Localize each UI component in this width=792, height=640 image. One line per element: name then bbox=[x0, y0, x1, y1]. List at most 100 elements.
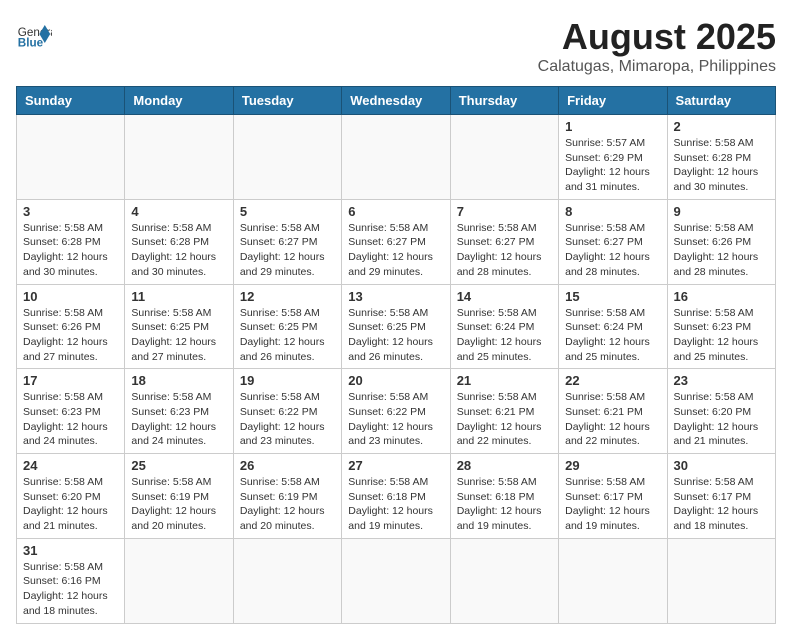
day-info: Sunrise: 5:58 AM Sunset: 6:28 PM Dayligh… bbox=[674, 136, 769, 195]
calendar-cell bbox=[450, 115, 558, 200]
day-number: 28 bbox=[457, 458, 552, 473]
day-info: Sunrise: 5:58 AM Sunset: 6:21 PM Dayligh… bbox=[565, 390, 660, 449]
day-number: 24 bbox=[23, 458, 118, 473]
calendar-cell bbox=[125, 538, 233, 623]
day-info: Sunrise: 5:58 AM Sunset: 6:18 PM Dayligh… bbox=[457, 475, 552, 534]
day-info: Sunrise: 5:58 AM Sunset: 6:27 PM Dayligh… bbox=[240, 221, 335, 280]
calendar-cell: 31Sunrise: 5:58 AM Sunset: 6:16 PM Dayli… bbox=[17, 538, 125, 623]
day-info: Sunrise: 5:58 AM Sunset: 6:27 PM Dayligh… bbox=[348, 221, 443, 280]
week-row-1: 1 Sunrise: 5:57 AM Sunset: 6:29 PM Daylig… bbox=[17, 115, 776, 200]
calendar-cell: 22 Sunrise: 5:58 AM Sunset: 6:21 PM Dayli… bbox=[559, 369, 667, 454]
calendar-cell: 27Sunrise: 5:58 AM Sunset: 6:18 PM Dayli… bbox=[342, 454, 450, 539]
day-number: 30 bbox=[674, 458, 769, 473]
day-number: 25 bbox=[131, 458, 226, 473]
day-number: 5 bbox=[240, 204, 335, 219]
day-info: Sunrise: 5:58 AM Sunset: 6:27 PM Dayligh… bbox=[457, 221, 552, 280]
calendar-cell: 8Sunrise: 5:58 AM Sunset: 6:27 PM Daylig… bbox=[559, 199, 667, 284]
weekday-header-sunday: Sunday bbox=[17, 87, 125, 115]
day-info: Sunrise: 5:58 AM Sunset: 6:20 PM Dayligh… bbox=[674, 390, 769, 449]
day-info: Sunrise: 5:58 AM Sunset: 6:17 PM Dayligh… bbox=[565, 475, 660, 534]
calendar-cell: 25 Sunrise: 5:58 AM Sunset: 6:19 PM Dayli… bbox=[125, 454, 233, 539]
week-row-3: 10 Sunrise: 5:58 AM Sunset: 6:26 PM Dayli… bbox=[17, 284, 776, 369]
day-info: Sunrise: 5:58 AM Sunset: 6:28 PM Dayligh… bbox=[23, 221, 118, 280]
calendar-cell: 1 Sunrise: 5:57 AM Sunset: 6:29 PM Daylig… bbox=[559, 115, 667, 200]
day-number: 26 bbox=[240, 458, 335, 473]
day-number: 17 bbox=[23, 373, 118, 388]
day-info: Sunrise: 5:57 AM Sunset: 6:29 PM Dayligh… bbox=[565, 136, 660, 195]
calendar-cell bbox=[233, 538, 341, 623]
day-info: Sunrise: 5:58 AM Sunset: 6:24 PM Dayligh… bbox=[565, 306, 660, 365]
day-number: 4 bbox=[131, 204, 226, 219]
day-number: 11 bbox=[131, 289, 226, 304]
calendar-cell: 21 Sunrise: 5:58 AM Sunset: 6:21 PM Dayli… bbox=[450, 369, 558, 454]
day-number: 14 bbox=[457, 289, 552, 304]
calendar-cell bbox=[342, 115, 450, 200]
calendar-cell: 29Sunrise: 5:58 AM Sunset: 6:17 PM Dayli… bbox=[559, 454, 667, 539]
calendar-cell: 14 Sunrise: 5:58 AM Sunset: 6:24 PM Dayli… bbox=[450, 284, 558, 369]
calendar-cell: 5 Sunrise: 5:58 AM Sunset: 6:27 PM Daylig… bbox=[233, 199, 341, 284]
weekday-header-monday: Monday bbox=[125, 87, 233, 115]
calendar-table: SundayMondayTuesdayWednesdayThursdayFrid… bbox=[16, 86, 776, 624]
day-info: Sunrise: 5:58 AM Sunset: 6:23 PM Dayligh… bbox=[131, 390, 226, 449]
logo-icon: General Blue bbox=[16, 16, 52, 52]
day-number: 10 bbox=[23, 289, 118, 304]
day-info: Sunrise: 5:58 AM Sunset: 6:23 PM Dayligh… bbox=[674, 306, 769, 365]
day-info: Sunrise: 5:58 AM Sunset: 6:19 PM Dayligh… bbox=[131, 475, 226, 534]
day-number: 22 bbox=[565, 373, 660, 388]
day-info: Sunrise: 5:58 AM Sunset: 6:22 PM Dayligh… bbox=[240, 390, 335, 449]
week-row-6: 31Sunrise: 5:58 AM Sunset: 6:16 PM Dayli… bbox=[17, 538, 776, 623]
week-row-2: 3 Sunrise: 5:58 AM Sunset: 6:28 PM Daylig… bbox=[17, 199, 776, 284]
weekday-header-friday: Friday bbox=[559, 87, 667, 115]
weekday-header-tuesday: Tuesday bbox=[233, 87, 341, 115]
day-info: Sunrise: 5:58 AM Sunset: 6:25 PM Dayligh… bbox=[131, 306, 226, 365]
day-number: 15 bbox=[565, 289, 660, 304]
day-info: Sunrise: 5:58 AM Sunset: 6:18 PM Dayligh… bbox=[348, 475, 443, 534]
day-info: Sunrise: 5:58 AM Sunset: 6:26 PM Dayligh… bbox=[674, 221, 769, 280]
calendar-cell: 17Sunrise: 5:58 AM Sunset: 6:23 PM Dayli… bbox=[17, 369, 125, 454]
day-number: 1 bbox=[565, 119, 660, 134]
week-row-5: 24 Sunrise: 5:58 AM Sunset: 6:20 PM Dayli… bbox=[17, 454, 776, 539]
calendar-cell: 4 Sunrise: 5:58 AM Sunset: 6:28 PM Daylig… bbox=[125, 199, 233, 284]
calendar-title: August 2025 bbox=[538, 16, 776, 58]
calendar-cell: 16Sunrise: 5:58 AM Sunset: 6:23 PM Dayli… bbox=[667, 284, 775, 369]
day-number: 2 bbox=[674, 119, 769, 134]
day-number: 21 bbox=[457, 373, 552, 388]
day-number: 19 bbox=[240, 373, 335, 388]
day-number: 3 bbox=[23, 204, 118, 219]
calendar-cell: 11 Sunrise: 5:58 AM Sunset: 6:25 PM Dayli… bbox=[125, 284, 233, 369]
day-info: Sunrise: 5:58 AM Sunset: 6:22 PM Dayligh… bbox=[348, 390, 443, 449]
calendar-cell: 26 Sunrise: 5:58 AM Sunset: 6:19 PM Dayli… bbox=[233, 454, 341, 539]
day-info: Sunrise: 5:58 AM Sunset: 6:19 PM Dayligh… bbox=[240, 475, 335, 534]
title-block: August 2025 Calatugas, Mimaropa, Philipp… bbox=[538, 16, 776, 76]
calendar-cell: 18Sunrise: 5:58 AM Sunset: 6:23 PM Dayli… bbox=[125, 369, 233, 454]
calendar-cell: 15 Sunrise: 5:58 AM Sunset: 6:24 PM Dayli… bbox=[559, 284, 667, 369]
week-row-4: 17 Sunrise: 5:58 AM Sunset: 6:23 PM Dayli… bbox=[17, 369, 776, 454]
calendar-cell: 10 Sunrise: 5:58 AM Sunset: 6:26 PM Dayli… bbox=[17, 284, 125, 369]
day-info: Sunrise: 5:58 AM Sunset: 6:16 PM Dayligh… bbox=[23, 560, 118, 619]
day-info: Sunrise: 5:58 AM Sunset: 6:20 PM Dayligh… bbox=[23, 475, 118, 534]
calendar-cell bbox=[667, 538, 775, 623]
day-info: Sunrise: 5:58 AM Sunset: 6:25 PM Dayligh… bbox=[240, 306, 335, 365]
calendar-cell bbox=[17, 115, 125, 200]
calendar-cell: 20Sunrise: 5:58 AM Sunset: 6:22 PM Dayli… bbox=[342, 369, 450, 454]
day-info: Sunrise: 5:58 AM Sunset: 6:27 PM Dayligh… bbox=[565, 221, 660, 280]
day-info: Sunrise: 5:58 AM Sunset: 6:21 PM Dayligh… bbox=[457, 390, 552, 449]
calendar-cell: 28 Sunrise: 5:58 AM Sunset: 6:18 PM Dayli… bbox=[450, 454, 558, 539]
weekday-header-thursday: Thursday bbox=[450, 87, 558, 115]
day-number: 7 bbox=[457, 204, 552, 219]
page-header: General Blue August 2025 Calatugas, Mima… bbox=[16, 16, 776, 76]
calendar-cell: 9 Sunrise: 5:58 AM Sunset: 6:26 PM Daylig… bbox=[667, 199, 775, 284]
calendar-cell bbox=[450, 538, 558, 623]
day-number: 9 bbox=[674, 204, 769, 219]
day-info: Sunrise: 5:58 AM Sunset: 6:28 PM Dayligh… bbox=[131, 221, 226, 280]
day-number: 12 bbox=[240, 289, 335, 304]
calendar-cell: 6Sunrise: 5:58 AM Sunset: 6:27 PM Daylig… bbox=[342, 199, 450, 284]
calendar-cell bbox=[125, 115, 233, 200]
day-info: Sunrise: 5:58 AM Sunset: 6:24 PM Dayligh… bbox=[457, 306, 552, 365]
day-info: Sunrise: 5:58 AM Sunset: 6:26 PM Dayligh… bbox=[23, 306, 118, 365]
day-info: Sunrise: 5:58 AM Sunset: 6:25 PM Dayligh… bbox=[348, 306, 443, 365]
calendar-cell: 2 Sunrise: 5:58 AM Sunset: 6:28 PM Daylig… bbox=[667, 115, 775, 200]
weekday-header-saturday: Saturday bbox=[667, 87, 775, 115]
calendar-subtitle: Calatugas, Mimaropa, Philippines bbox=[538, 58, 776, 76]
day-info: Sunrise: 5:58 AM Sunset: 6:17 PM Dayligh… bbox=[674, 475, 769, 534]
